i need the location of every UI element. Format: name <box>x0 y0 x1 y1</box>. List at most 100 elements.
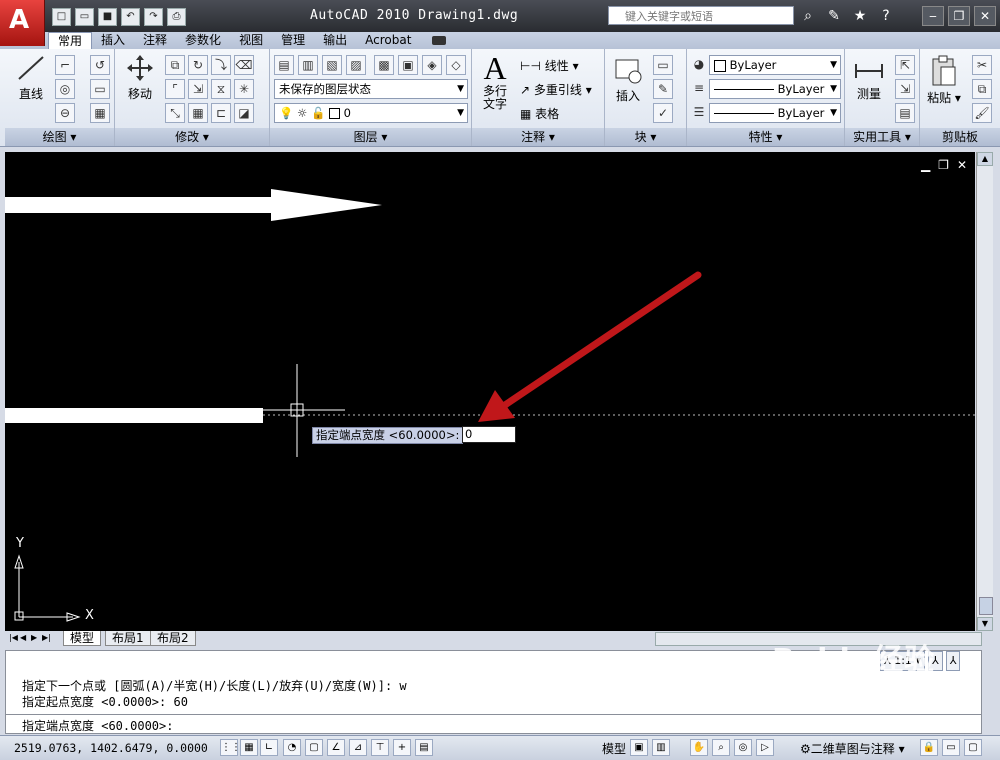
edit-attributes-icon[interactable]: ✓ <box>653 103 673 123</box>
hatch-icon[interactable]: ▦ <box>90 103 110 123</box>
prev-layout-icon[interactable]: ◀ <box>20 632 29 644</box>
dynamic-input-field[interactable]: 0 <box>462 426 516 443</box>
panel-block-title[interactable]: 块 ▾ <box>605 128 686 146</box>
viewport-restore-button[interactable]: ❐ <box>938 158 949 172</box>
tab-view[interactable]: 视图 <box>230 32 272 49</box>
hardware-acceleration-icon[interactable]: ▭ <box>942 739 960 756</box>
offset-icon[interactable]: ⊏ <box>211 103 231 123</box>
zoom-icon[interactable]: ⌕ <box>712 739 730 756</box>
tab-annotate[interactable]: 注释 <box>134 32 176 49</box>
tab-insert[interactable]: 插入 <box>92 32 134 49</box>
lineweight-icon[interactable]: ☰ <box>689 103 709 123</box>
polyline-icon[interactable]: ⌐ <box>55 55 75 75</box>
layer-walk-icon[interactable]: ▣ <box>398 55 418 75</box>
next-layout-icon[interactable]: ▶ <box>31 632 40 644</box>
tab-parametric[interactable]: 参数化 <box>176 32 230 49</box>
redo-icon[interactable]: ↷ <box>144 8 163 26</box>
layer-freeze-icon[interactable]: ▨ <box>346 55 366 75</box>
quick-properties-toggle[interactable]: ▤ <box>415 739 433 756</box>
stretch-icon[interactable]: ⇲ <box>188 79 208 99</box>
snap-mode-toggle[interactable]: ⋮⋮ <box>220 739 241 756</box>
scroll-up-icon[interactable]: ▲ <box>977 152 993 166</box>
open-icon[interactable]: ▭ <box>75 8 94 26</box>
explode-icon[interactable]: ✳ <box>234 79 254 99</box>
tab-manage[interactable]: 管理 <box>272 32 314 49</box>
cursor-coordinates[interactable]: 2519.0763, 1402.6479, 0.0000 <box>14 741 208 755</box>
panel-annotation-title[interactable]: 注释 ▾ <box>472 128 604 146</box>
match-properties-icon[interactable]: 🖌 <box>972 103 992 123</box>
scale-icon[interactable]: ⤡ <box>165 103 185 123</box>
insert-block-button[interactable]: 插入 <box>611 55 645 104</box>
help-icon[interactable]: ? <box>876 6 896 26</box>
create-block-icon[interactable]: ▭ <box>653 55 673 75</box>
chamfer-icon[interactable]: ◪ <box>234 103 254 123</box>
layer-current-icon[interactable]: ◇ <box>446 55 466 75</box>
auto-scale-icon[interactable]: ⅄ <box>945 651 961 671</box>
linear-dimension-button[interactable]: ⊢⊣ 线性 ▾ <box>520 57 579 74</box>
showmotion-icon[interactable]: ▷ <box>756 739 774 756</box>
tab-output[interactable]: 输出 <box>314 32 356 49</box>
tab-layout1[interactable]: 布局1 <box>105 631 151 646</box>
dynamic-ucs-toggle[interactable]: ⊿ <box>349 739 367 756</box>
ribbon-minimize-button[interactable] <box>432 36 447 45</box>
workspace-switch[interactable]: ⚙二维草图与注释 ▾ <box>800 740 905 757</box>
layer-dropdown[interactable]: 💡 ☼ 🔓 0 ▼ <box>274 103 468 123</box>
restore-button[interactable]: ❐ <box>948 6 970 26</box>
panel-layers-title[interactable]: 图层 ▾ <box>270 128 471 146</box>
move-button[interactable]: 移动 <box>121 53 159 102</box>
copy-clip-icon[interactable]: ⧉ <box>972 79 992 99</box>
table-button[interactable]: ▦ 表格 <box>520 105 559 122</box>
first-layout-icon[interactable]: |◀ <box>9 632 18 644</box>
quick-select-icon[interactable]: ⇱ <box>895 55 915 75</box>
tab-acrobat[interactable]: Acrobat <box>356 32 420 49</box>
panel-modify-title[interactable]: 修改 ▾ <box>115 128 269 146</box>
last-layout-icon[interactable]: ▶| <box>42 632 51 644</box>
calculator-icon[interactable]: ▤ <box>895 103 915 123</box>
grid-display-toggle[interactable]: ▦ <box>240 739 258 756</box>
layer-off-icon[interactable]: ▧ <box>322 55 342 75</box>
favorites-star-icon[interactable]: ★ <box>850 6 870 26</box>
layer-state-dropdown[interactable]: 未保存的图层状态 ▼ <box>274 79 468 99</box>
command-input-line[interactable]: 指定端点宽度 <60.0000>: <box>22 717 173 734</box>
scroll-thumb[interactable] <box>979 597 993 615</box>
scroll-down-icon[interactable]: ▼ <box>977 617 993 631</box>
mirror-icon[interactable]: ⧖ <box>211 79 231 99</box>
panel-utilities-title[interactable]: 实用工具 ▾ <box>845 128 919 146</box>
polyline-segment[interactable] <box>5 408 263 423</box>
trim-icon[interactable]: ⤵ <box>211 55 231 75</box>
polar-tracking-toggle[interactable]: ◔ <box>283 739 301 756</box>
ellipse-icon[interactable]: ⊖ <box>55 103 75 123</box>
cut-icon[interactable]: ✂ <box>972 55 992 75</box>
erase-icon[interactable]: ⌫ <box>234 55 254 75</box>
ortho-mode-toggle[interactable]: ∟ <box>260 739 278 756</box>
object-snap-tracking-toggle[interactable]: ∠ <box>327 739 345 756</box>
rotate-icon[interactable]: ↻ <box>188 55 208 75</box>
vertical-scrollbar[interactable]: ▲ ▼ <box>976 152 993 631</box>
viewport-close-button[interactable]: ✕ <box>957 158 967 172</box>
array-icon[interactable]: ▦ <box>188 103 208 123</box>
fillet-icon[interactable]: ⌜ <box>165 79 185 99</box>
lock-toolbar-icon[interactable]: 🔒 <box>920 739 938 756</box>
measure-button[interactable]: 测量 <box>849 59 889 102</box>
color-wheel-icon[interactable]: ◕ <box>689 55 709 75</box>
linetype-dropdown[interactable]: ByLayer ▼ <box>709 79 841 99</box>
tab-model[interactable]: 模型 <box>63 631 102 646</box>
layer-isolate-icon[interactable]: ▥ <box>298 55 318 75</box>
layout-view-icon[interactable]: ▣ <box>630 739 648 756</box>
search-input[interactable]: 键入关键字或短语 <box>608 6 794 25</box>
undo-icon[interactable]: ↶ <box>121 8 140 26</box>
polyline-arrow[interactable] <box>5 189 382 221</box>
new-icon[interactable]: □ <box>52 8 71 26</box>
lineweight-toggle[interactable]: + <box>393 739 411 756</box>
pan-icon[interactable]: ✋ <box>690 739 708 756</box>
line-button[interactable]: 直线 <box>11 53 51 102</box>
close-button[interactable]: ✕ <box>974 6 996 26</box>
multileader-button[interactable]: ↗ 多重引线 ▾ <box>520 81 592 98</box>
lineweight-dropdown[interactable]: ByLayer ▼ <box>709 103 841 123</box>
model-space-label[interactable]: 模型 <box>602 740 626 757</box>
circle-icon[interactable]: ◎ <box>55 79 75 99</box>
viewport-minimize-button[interactable]: ▁ <box>921 158 930 172</box>
select-similar-icon[interactable]: ⇲ <box>895 79 915 99</box>
communication-icon[interactable]: ✎ <box>824 6 844 26</box>
edit-block-icon[interactable]: ✎ <box>653 79 673 99</box>
